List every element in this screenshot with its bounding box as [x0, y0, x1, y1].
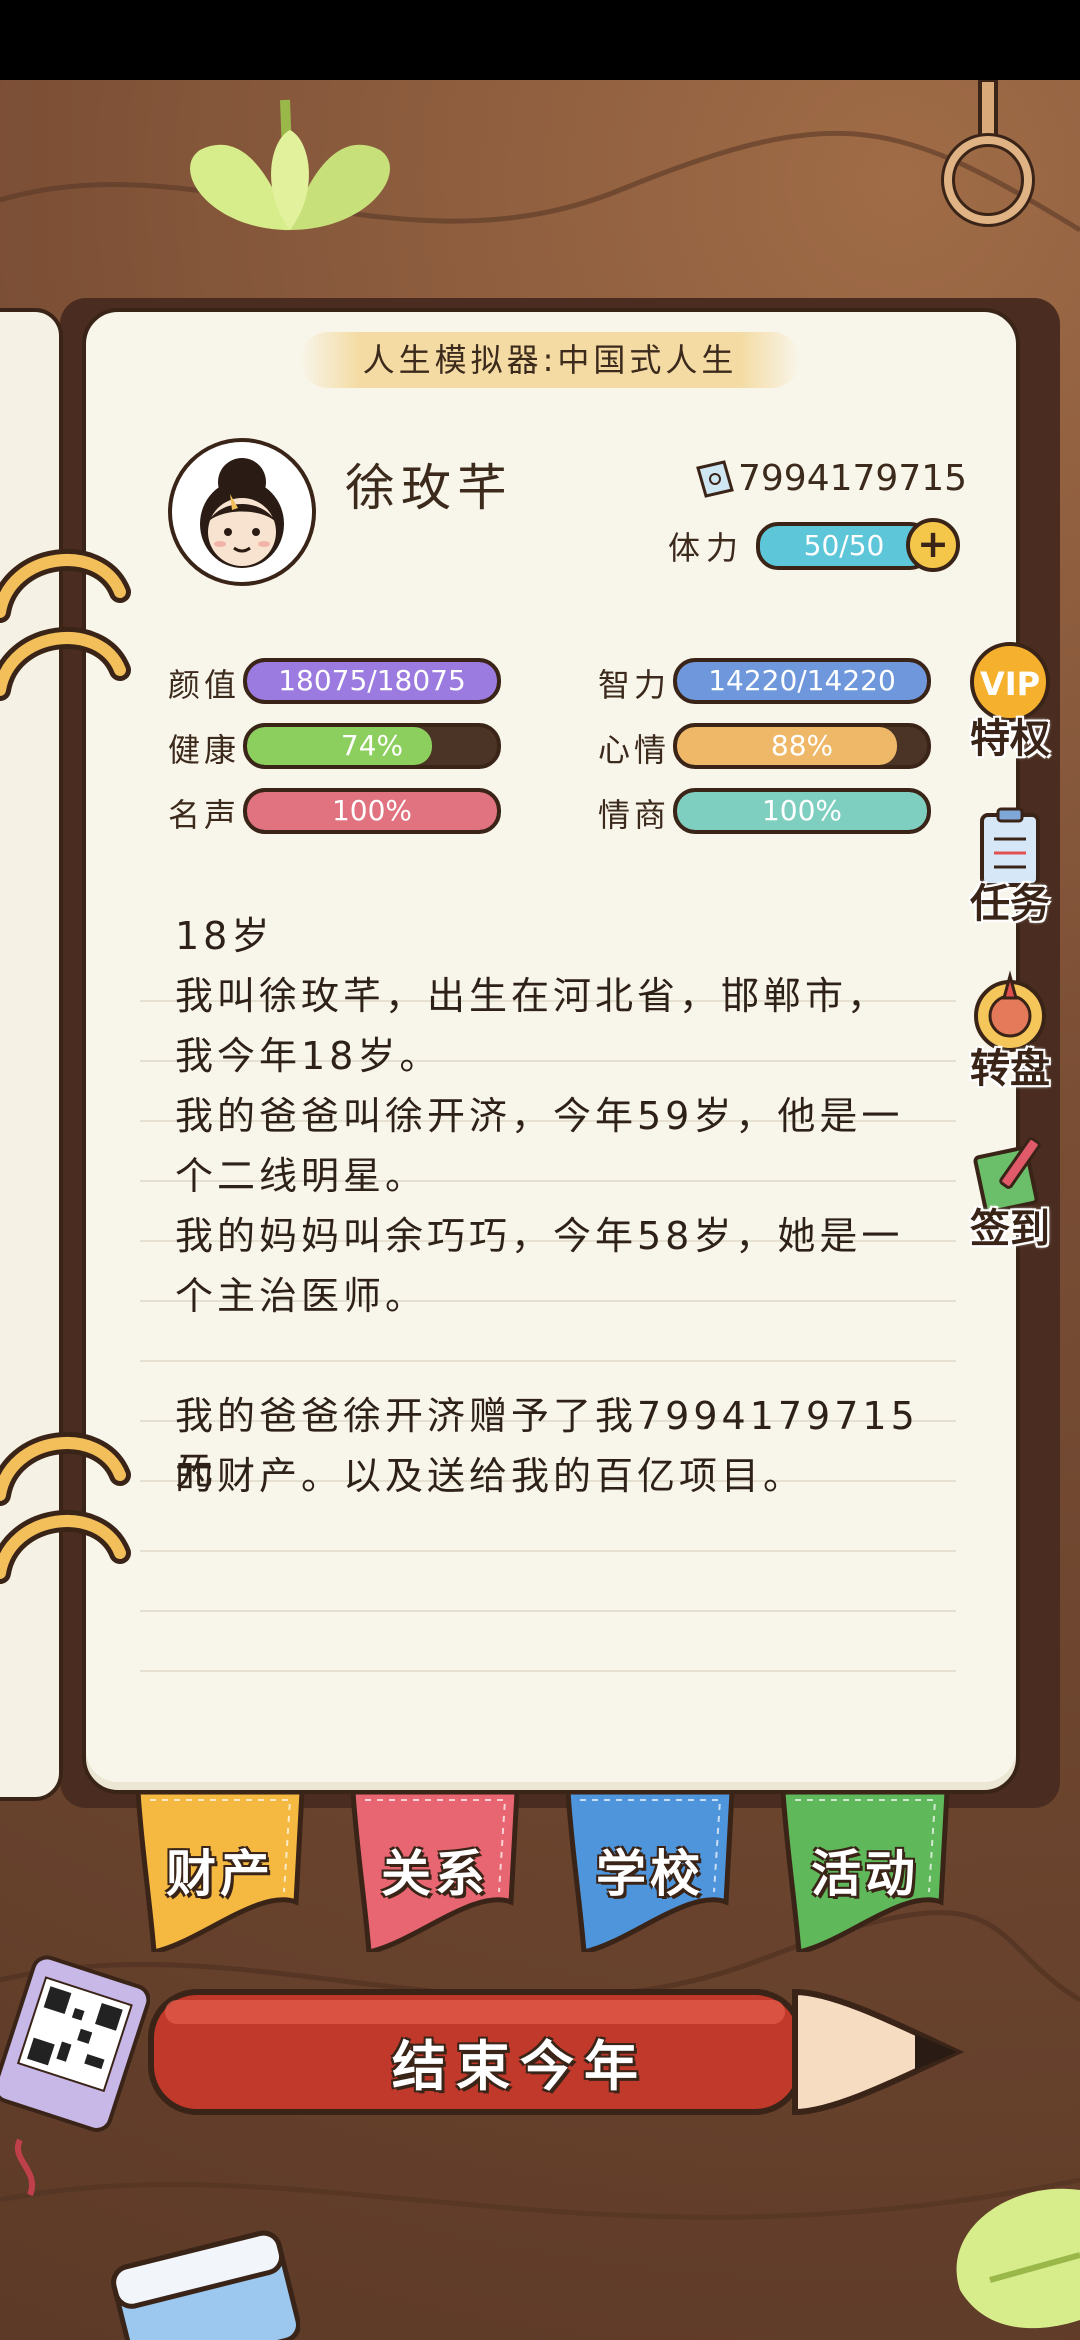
stat-value: 14220/14220 — [708, 664, 896, 697]
tab-label: 关系 — [381, 1845, 489, 1903]
stat-value: 74% — [340, 729, 404, 762]
task-button[interactable]: 任务 — [950, 805, 1070, 945]
story-line: 的财产。以及送给我的百亿项目。 — [175, 1454, 806, 1498]
checkin-button[interactable]: 签到 — [950, 1130, 1070, 1270]
ruled-line — [140, 1360, 956, 1362]
stat-label: 心情 — [598, 731, 671, 769]
story-line: 个主治医师。 — [175, 1274, 428, 1318]
add-stamina-button[interactable]: + — [906, 518, 960, 572]
eraser-icon — [111, 2230, 300, 2340]
stat-label: 情商 — [598, 796, 671, 834]
player-name: 徐玫芊 — [345, 459, 513, 517]
side-menu-label: 签到 — [970, 1206, 1050, 1252]
story-line: 我的爸爸叫徐开济，今年59岁，他是一 — [175, 1094, 904, 1138]
avatar[interactable] — [168, 438, 316, 586]
stat-bar-health: 74% — [243, 723, 501, 769]
tab-relations[interactable]: 关系 — [345, 1789, 525, 1956]
page-title: 人生模拟器:中国式人生 — [300, 332, 800, 388]
stamina-label: 体力 — [668, 529, 745, 567]
girl-face-icon — [200, 458, 284, 568]
tab-activities[interactable]: 活动 — [775, 1789, 955, 1956]
tab-label: 财产 — [166, 1845, 274, 1903]
side-menu-label: 转盘 — [970, 1046, 1050, 1092]
ruled-line — [140, 1610, 956, 1612]
tab-school[interactable]: 学校 — [560, 1789, 740, 1956]
stat-label: 名声 — [168, 796, 241, 834]
stat-value: 18075/18075 — [278, 664, 466, 697]
story-line: 我叫徐玫芊，出生在河北省，邯郸市， — [175, 974, 890, 1018]
stat-label: 智力 — [598, 666, 671, 704]
binder-ring-icon — [0, 627, 131, 701]
tab-label: 活动 — [811, 1845, 919, 1903]
story-line: 我今年18岁。 — [175, 1034, 442, 1078]
stat-bar-eq: 100% — [673, 788, 931, 834]
ruled-line — [140, 1550, 956, 1552]
vip-badge-text: VIP — [980, 665, 1040, 703]
tab-label: 学校 — [596, 1845, 704, 1903]
stat-label: 颜值 — [168, 666, 241, 704]
binder-ring-icon — [0, 1510, 131, 1584]
story-line: 个二线明星。 — [175, 1154, 428, 1198]
stat-value: 100% — [761, 794, 843, 827]
wheel-button[interactable]: 转盘 — [950, 970, 1070, 1110]
tab-assets[interactable]: 财产 — [130, 1789, 310, 1956]
stat-bar-appearance: 18075/18075 — [243, 658, 501, 704]
stat-bar-fame: 100% — [243, 788, 501, 834]
story-age: 18岁 — [175, 914, 274, 958]
hanging-ring-icon — [941, 80, 1035, 227]
money-note-icon — [696, 460, 734, 498]
ruled-line — [140, 1670, 956, 1672]
side-menu-label: 特权 — [970, 716, 1050, 762]
status-bar — [0, 0, 1080, 80]
side-menu-label: 任务 — [970, 881, 1050, 927]
stat-value: 100% — [331, 794, 413, 827]
stat-value: 88% — [770, 729, 834, 762]
end-year-button[interactable]: 结束今年 — [250, 2022, 790, 2101]
stat-bar-intelligence: 14220/14220 — [673, 658, 931, 704]
stat-bar-mood: 88% — [673, 723, 931, 769]
qr-code-card-icon[interactable] — [0, 1950, 150, 2200]
ginkgo-leaf-icon — [190, 99, 390, 231]
stat-label: 健康 — [168, 731, 241, 769]
story-line: 我的妈妈叫余巧巧，今年58岁，她是一 — [175, 1214, 904, 1258]
vip-privilege-button[interactable]: VIP 特权 — [950, 640, 1070, 780]
money-amount: 7994179715 — [738, 458, 968, 499]
ginkgo-leaf-icon — [956, 2188, 1080, 2329]
